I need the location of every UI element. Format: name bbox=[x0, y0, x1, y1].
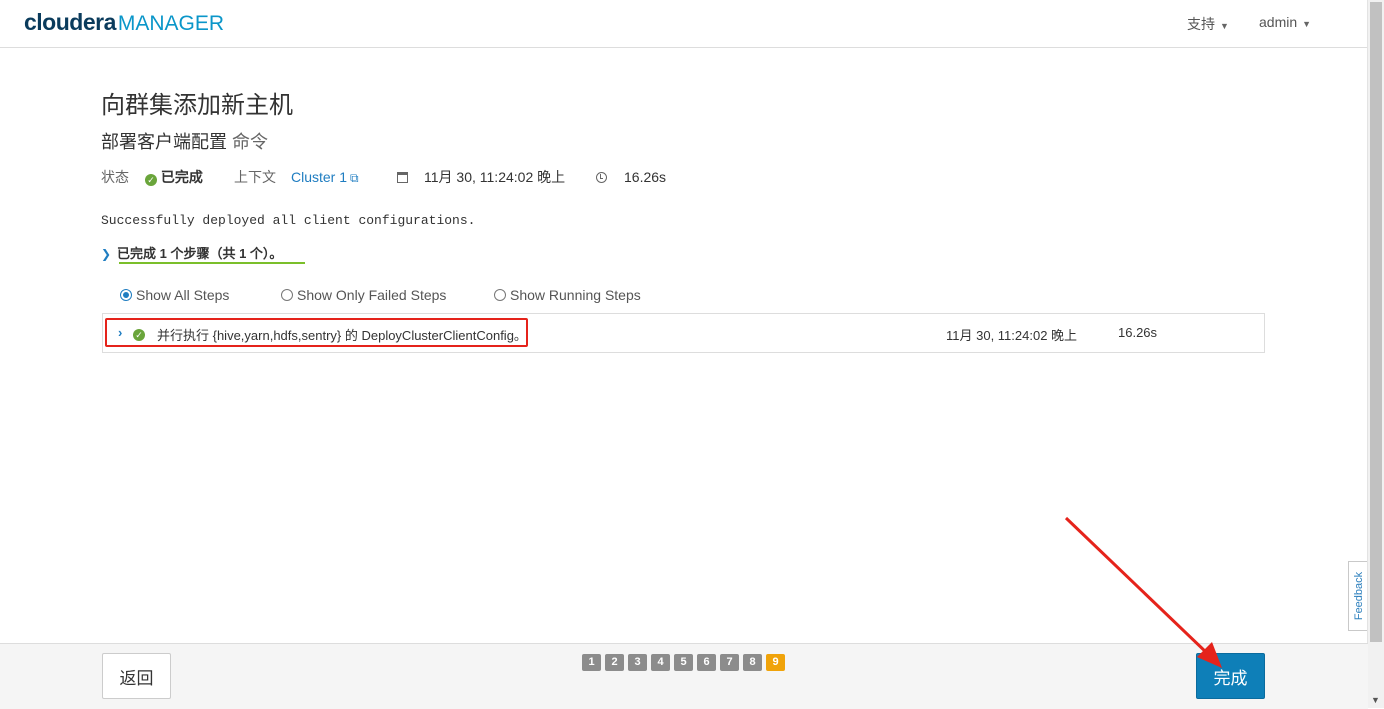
wizard-step-8[interactable]: 8 bbox=[743, 654, 762, 671]
external-link-icon: ⧉ bbox=[350, 171, 359, 185]
cluster-link-text: Cluster 1 bbox=[291, 169, 348, 185]
annotation-highlight-box bbox=[105, 318, 528, 347]
radio-icon[interactable] bbox=[494, 289, 506, 301]
chevron-down-icon: ❯ bbox=[101, 247, 112, 261]
caret-down-icon: ▼ bbox=[1302, 19, 1312, 29]
steps-table: › ✓ 并行执行 {hive,yarn,hdfs,sentry} 的 Deplo… bbox=[102, 313, 1265, 353]
logo-brand: cloudera bbox=[24, 9, 116, 35]
wizard-step-4[interactable]: 4 bbox=[651, 654, 670, 671]
filter-all-steps[interactable]: Show All Steps bbox=[120, 287, 229, 303]
wizard-step-5[interactable]: 5 bbox=[674, 654, 693, 671]
check-circle-icon: ✓ bbox=[145, 174, 157, 186]
status-text: 已完成 bbox=[160, 169, 203, 185]
context-label: 上下文 bbox=[234, 169, 276, 185]
scroll-down-icon[interactable]: ▼ bbox=[1371, 695, 1380, 705]
wizard-step-6[interactable]: 6 bbox=[697, 654, 716, 671]
status-duration: 16.26s bbox=[624, 169, 667, 185]
steps-summary-text: 已完成 1 个步骤（共 1 个）。 bbox=[117, 246, 283, 261]
command-name: 部署客户端配置 bbox=[101, 132, 227, 152]
wizard-step-7[interactable]: 7 bbox=[720, 654, 739, 671]
filter-failed-steps[interactable]: Show Only Failed Steps bbox=[281, 287, 446, 303]
step-duration: 16.26s bbox=[1118, 325, 1158, 340]
wizard-footer: 返回 1 2 3 4 5 6 7 8 9 完成 bbox=[0, 643, 1368, 709]
result-message: Successfully deployed all client configu… bbox=[101, 213, 476, 228]
logo-product: MANAGER bbox=[117, 12, 225, 35]
user-menu-label: admin bbox=[1259, 14, 1298, 30]
wizard-step-2[interactable]: 2 bbox=[605, 654, 624, 671]
command-suffix: 命令 bbox=[232, 132, 269, 152]
steps-summary-toggle[interactable]: ❯ 已完成 1 个步骤（共 1 个）。 bbox=[101, 243, 305, 264]
clock-icon bbox=[596, 168, 607, 186]
page-scrollbar[interactable]: ▼ bbox=[1367, 0, 1384, 708]
scrollbar-thumb[interactable] bbox=[1370, 2, 1382, 642]
top-navbar: clouderaMANAGER 支持 ▼ admin ▼ bbox=[0, 0, 1368, 48]
cloudera-manager-logo[interactable]: clouderaMANAGER bbox=[24, 8, 224, 38]
radio-icon[interactable] bbox=[281, 289, 293, 301]
caret-down-icon: ▼ bbox=[1220, 21, 1229, 31]
feedback-label: Feedback bbox=[1353, 571, 1365, 621]
filter-all-label: Show All Steps bbox=[136, 287, 230, 303]
feedback-tab[interactable]: Feedback bbox=[1348, 561, 1369, 631]
filter-failed-label: Show Only Failed Steps bbox=[297, 287, 447, 303]
table-row[interactable]: › ✓ 并行执行 {hive,yarn,hdfs,sentry} 的 Deplo… bbox=[103, 314, 1264, 352]
wizard-step-9-current[interactable]: 9 bbox=[766, 654, 785, 671]
cluster-link[interactable]: Cluster 1 ⧉ bbox=[291, 168, 359, 187]
steps-summary-underline bbox=[119, 262, 305, 264]
calendar-icon bbox=[397, 168, 408, 186]
user-menu[interactable]: admin ▼ bbox=[1259, 14, 1311, 30]
support-menu[interactable]: 支持 ▼ bbox=[1187, 14, 1229, 34]
filter-running-steps[interactable]: Show Running Steps bbox=[494, 287, 641, 303]
step-timestamp: 11月 30, 11:24:02 晚上 bbox=[946, 328, 1078, 343]
page-title: 向群集添加新主机 bbox=[101, 92, 293, 119]
status-value: ✓ 已完成 bbox=[145, 168, 203, 186]
finish-button[interactable]: 完成 bbox=[1196, 653, 1265, 699]
wizard-step-3[interactable]: 3 bbox=[628, 654, 647, 671]
command-title: 部署客户端配置 命令 bbox=[101, 128, 268, 154]
support-menu-label: 支持 bbox=[1187, 16, 1215, 32]
radio-selected-icon[interactable] bbox=[120, 289, 132, 301]
back-button[interactable]: 返回 bbox=[102, 653, 171, 699]
filter-running-label: Show Running Steps bbox=[510, 287, 641, 303]
status-label: 状态 bbox=[101, 169, 129, 185]
wizard-step-1[interactable]: 1 bbox=[582, 654, 601, 671]
status-timestamp: 11月 30, 11:24:02 晚上 bbox=[424, 169, 566, 185]
